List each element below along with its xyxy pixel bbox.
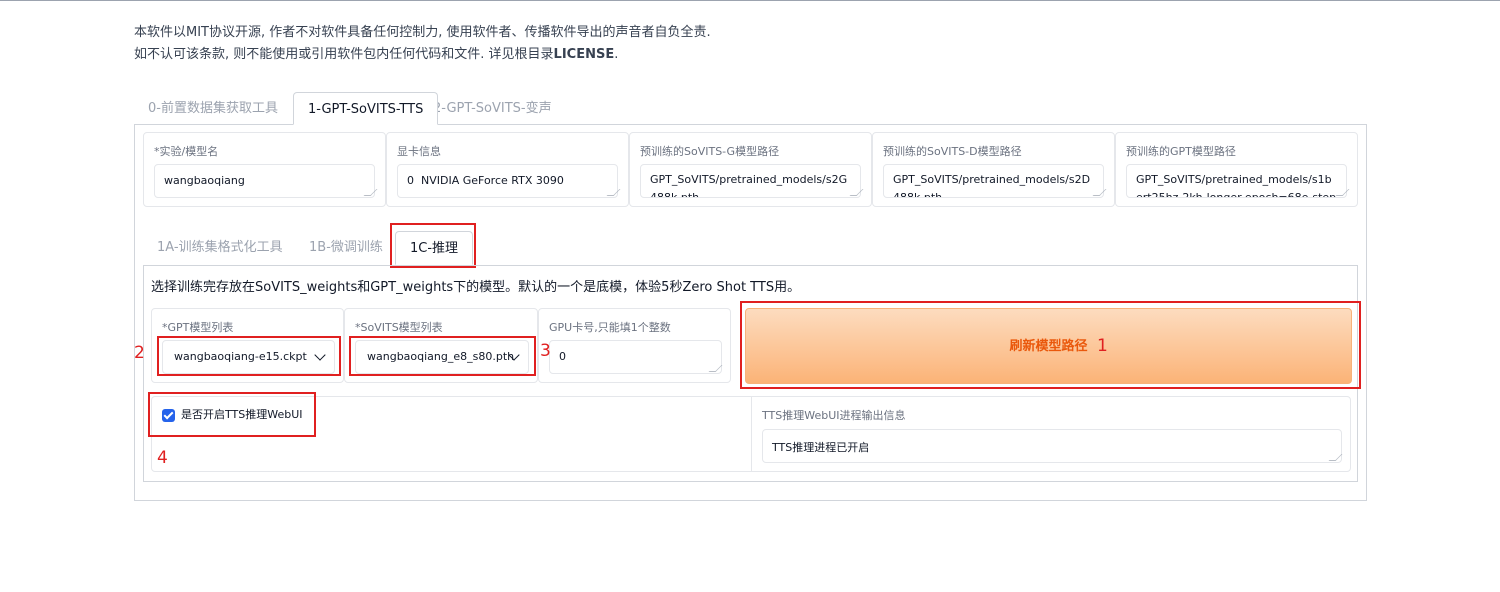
gpu-info-card: 显卡信息 0 NVIDIA GeForce RTX 3090 (386, 132, 629, 207)
annotation-number-3: 3 (540, 341, 551, 361)
pretrained-sovits-d-input[interactable]: GPT_SoVITS/pretrained_models/s2D488k.pth (883, 164, 1104, 198)
tts-panel: *实验/模型名 wangbaoqiang 显卡信息 0 NVIDIA GeFor… (134, 124, 1367, 501)
card-divider (751, 397, 752, 471)
webui-output-label: TTS推理WebUI进程输出信息 (762, 409, 906, 422)
pretrained-sovits-g-input[interactable]: GPT_SoVITS/pretrained_models/s2G488k.pth (640, 164, 861, 198)
pretrained-gpt-card: 预训练的GPT模型路径 GPT_SoVITS/pretrained_models… (1115, 132, 1358, 207)
pretrained-sovits-d-label: 预训练的SoVITS-D模型路径 (883, 145, 1022, 158)
gpu-info-input[interactable]: 0 NVIDIA GeForce RTX 3090 (397, 164, 618, 198)
sovits-model-label: *SoVITS模型列表 (355, 321, 443, 334)
gpu-number-card: GPU卡号,只能填1个整数 0 (538, 308, 731, 383)
experiment-name-card: *实验/模型名 wangbaoqiang (143, 132, 386, 207)
annotation-number-1: 1 (1097, 336, 1108, 356)
gpu-number-input[interactable]: 0 (549, 340, 722, 374)
notice-line-2-end: . (614, 47, 619, 62)
highlight-box-webui-checkbox (148, 392, 316, 437)
highlight-box-sovits-dropdown (349, 336, 536, 376)
highlight-box-refresh-button (740, 301, 1361, 389)
notice-line-1: 本软件以MIT协议开源, 作者不对软件具备任何控制力, 使用软件者、传播软件导出… (134, 25, 711, 40)
experiment-name-label: *实验/模型名 (154, 145, 219, 158)
pretrained-gpt-input[interactable]: GPT_SoVITS/pretrained_models/s1bert25hz-… (1126, 164, 1347, 198)
gpu-number-label: GPU卡号,只能填1个整数 (549, 321, 671, 334)
tab-finetune[interactable]: 1B-微调训练 (295, 231, 397, 265)
inference-description: 选择训练完存放在SoVITS_weights和GPT_weights下的模型。默… (151, 280, 801, 295)
top-border (0, 0, 1500, 1)
webui-output-box[interactable]: TTS推理进程已开启 (762, 429, 1342, 463)
annotation-number-2: 2 (134, 343, 145, 363)
tab-gpt-sovits-voice-change[interactable]: 2-GPT-SoVITS-变声 (419, 92, 566, 125)
main-tabs: 0-前置数据集获取工具 1-GPT-SoVITS-TTS 2-GPT-SoVIT… (134, 92, 1366, 125)
webui-card: 是否开启TTS推理WebUI TTS推理WebUI进程输出信息 TTS推理进程已… (151, 396, 1351, 472)
notice-line-2: 如不认可该条款, 则不能使用或引用软件包内任何代码和文件. 详见根目录LICEN… (134, 44, 711, 66)
tab-dataset-tools[interactable]: 0-前置数据集获取工具 (134, 92, 292, 125)
annotation-number-4: 4 (157, 448, 168, 468)
gpu-info-label: 显卡信息 (397, 145, 441, 158)
license-link-text: LICENSE (553, 47, 615, 62)
tab-dataset-format[interactable]: 1A-训练集格式化工具 (143, 231, 297, 265)
highlight-box-gpt-dropdown (157, 336, 341, 376)
tab-gpt-sovits-tts[interactable]: 1-GPT-SoVITS-TTS (293, 92, 439, 125)
experiment-name-input[interactable]: wangbaoqiang (154, 164, 375, 198)
pretrained-sovits-g-card: 预训练的SoVITS-G模型路径 GPT_SoVITS/pretrained_m… (629, 132, 872, 207)
license-notice: 本软件以MIT协议开源, 作者不对软件具备任何控制力, 使用软件者、传播软件导出… (134, 22, 711, 66)
pretrained-gpt-label: 预训练的GPT模型路径 (1126, 145, 1236, 158)
gpt-model-label: *GPT模型列表 (162, 321, 234, 334)
tab-inference[interactable]: 1C-推理 (395, 231, 474, 265)
pretrained-sovits-g-label: 预训练的SoVITS-G模型路径 (640, 145, 780, 158)
pretrained-sovits-d-card: 预训练的SoVITS-D模型路径 GPT_SoVITS/pretrained_m… (872, 132, 1115, 207)
notice-line-2-text: 如不认可该条款, 则不能使用或引用软件包内任何代码和文件. 详见根目录 (134, 47, 554, 62)
sub-tabs: 1A-训练集格式化工具 1B-微调训练 1C-推理 (143, 225, 1358, 265)
